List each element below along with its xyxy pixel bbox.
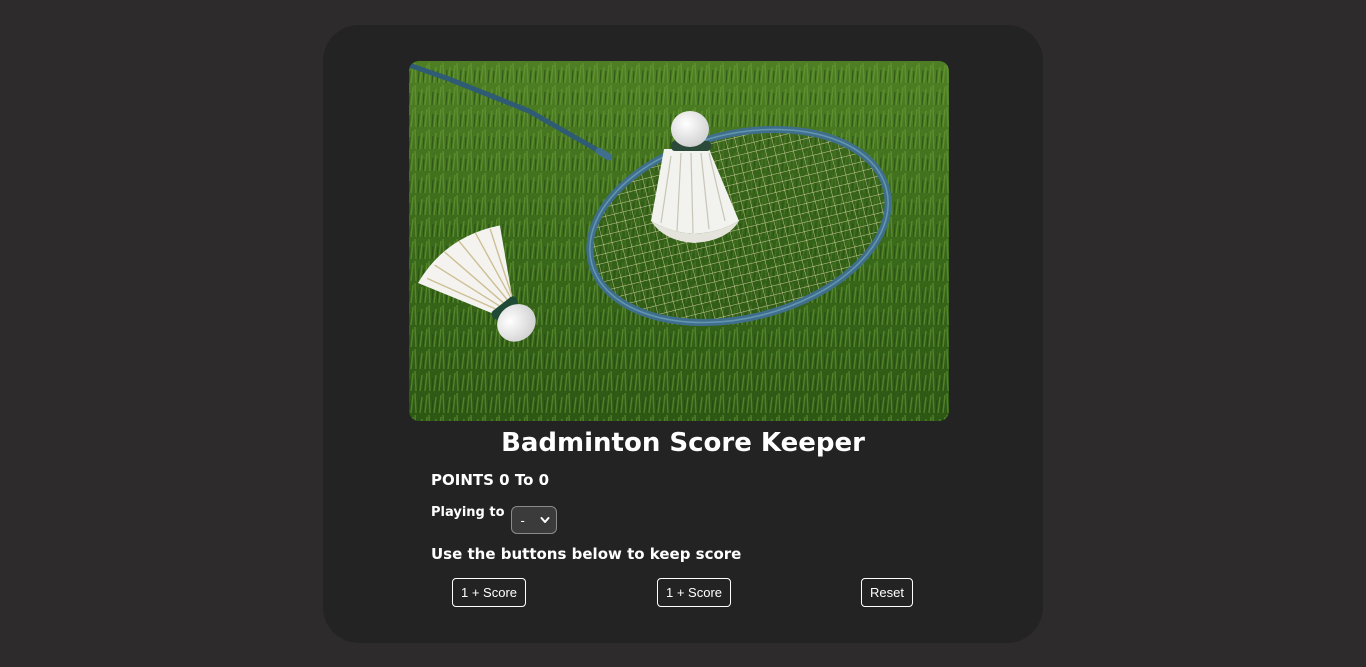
player2-score-button[interactable]: 1 + Score <box>657 578 732 607</box>
playing-to-value: - <box>520 512 525 528</box>
playing-to-select[interactable]: - <box>510 506 557 534</box>
reset-button[interactable]: Reset <box>861 578 913 607</box>
player1-score: 0 <box>499 471 510 489</box>
playing-to-label: Playing to <box>431 505 505 520</box>
points-label: POINTS <box>431 471 494 489</box>
chevron-down-icon <box>540 517 550 523</box>
player1-score-button[interactable]: 1 + Score <box>452 578 527 607</box>
page-title: Badminton Score Keeper <box>501 428 865 458</box>
badminton-photo <box>409 61 949 421</box>
points-display: POINTS 0 To 0 <box>431 469 549 491</box>
instructions-text: Use the buttons below to keep score <box>431 545 742 563</box>
score-keeper-card: Badminton Score Keeper POINTS 0 To 0 Pla… <box>323 25 1043 643</box>
playing-to-row: Playing to - <box>431 503 557 534</box>
player2-score: 0 <box>538 471 550 489</box>
score-separator: To <box>514 471 534 489</box>
